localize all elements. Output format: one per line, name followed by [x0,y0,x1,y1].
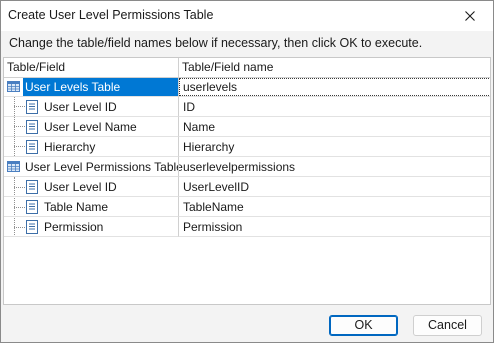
table-field-name-cell[interactable]: Hierarchy [178,137,490,157]
table-field-name-cell[interactable]: userlevelpermissions [178,157,490,177]
table-field-name-cell[interactable]: Name [178,117,490,137]
table-field-cell[interactable]: User Level ID [4,97,178,117]
close-button[interactable] [447,1,493,31]
field-icon [26,220,38,234]
field-icon [26,120,38,134]
tree-field-row[interactable]: Permission Permission [4,217,490,237]
column-header-table-field-name[interactable]: Table/Field name [182,58,273,77]
table-field-name-cell[interactable]: TableName [178,197,490,217]
tree-field-row[interactable]: User Level ID UserLevelID [4,177,490,197]
table-field-name-cell[interactable]: ID [178,97,490,117]
dialog-title: Create User Level Permissions Table [8,8,214,22]
field-icon [26,100,38,114]
table-field-name-value[interactable]: Name [183,120,215,134]
table-field-grid[interactable]: Table/Field Table/Field name User Levels… [3,57,491,305]
tree-field-row[interactable]: Hierarchy Hierarchy [4,137,490,157]
table-field-name-value[interactable]: TableName [183,200,244,214]
table-field-cell[interactable]: User Level ID [4,177,178,197]
table-field-label: User Levels Table [25,80,121,94]
table-field-name-value[interactable]: UserLevelID [183,180,249,194]
column-divider[interactable] [178,58,179,77]
table-field-label: Table Name [44,200,109,214]
table-field-name-value[interactable]: userlevels [183,80,237,94]
table-field-cell[interactable]: User Level Permissions Table [4,157,183,177]
table-field-label: Permission [44,220,104,234]
field-icon [26,180,38,194]
tree-field-row[interactable]: Table Name TableName [4,197,490,217]
table-field-cell[interactable]: Hierarchy [4,137,178,157]
table-field-cell[interactable]: Permission [4,217,178,237]
instruction-text: Change the table/field names below if ne… [9,36,423,50]
table-field-cell[interactable]: Table Name [4,197,178,217]
tree-field-row[interactable]: User Level Name Name [4,117,490,137]
table-icon [7,161,20,172]
table-field-cell[interactable]: User Level Name [4,117,178,137]
table-icon [7,81,20,92]
table-field-label: Hierarchy [44,140,96,154]
ok-button[interactable]: OK [329,315,398,336]
table-field-label: User Level ID [44,180,117,194]
table-field-name-value[interactable]: Hierarchy [183,140,234,154]
tree-field-row[interactable]: User Level ID ID [4,97,490,117]
table-field-label: User Level Permissions Table [25,160,183,174]
tree-table-row[interactable]: User Level Permissions Table userlevelper… [4,157,490,177]
table-field-name-cell[interactable]: userlevels [178,77,490,97]
title-bar[interactable]: Create User Level Permissions Table [1,1,493,31]
table-field-label: User Level ID [44,100,117,114]
table-field-name-cell[interactable]: Permission [178,217,490,237]
instruction-bar: Change the table/field names below if ne… [1,31,493,57]
button-bar: OK Cancel [1,305,493,342]
table-field-label: User Level Name [44,120,137,134]
table-field-name-value[interactable]: Permission [183,220,242,234]
grid-header: Table/Field Table/Field name [4,58,490,78]
column-header-table-field[interactable]: Table/Field [7,58,65,77]
tree-table-row[interactable]: User Levels Table userlevels [4,77,490,97]
field-icon [26,140,38,154]
table-field-name-value[interactable]: ID [183,100,195,114]
table-field-cell[interactable]: User Levels Table [4,77,178,97]
table-field-name-value[interactable]: userlevelpermissions [183,160,295,174]
table-field-name-cell[interactable]: UserLevelID [178,177,490,197]
dialog-window: Create User Level Permissions Table Chan… [0,0,494,343]
cancel-button[interactable]: Cancel [413,315,482,336]
close-icon [465,11,475,21]
field-icon [26,200,38,214]
